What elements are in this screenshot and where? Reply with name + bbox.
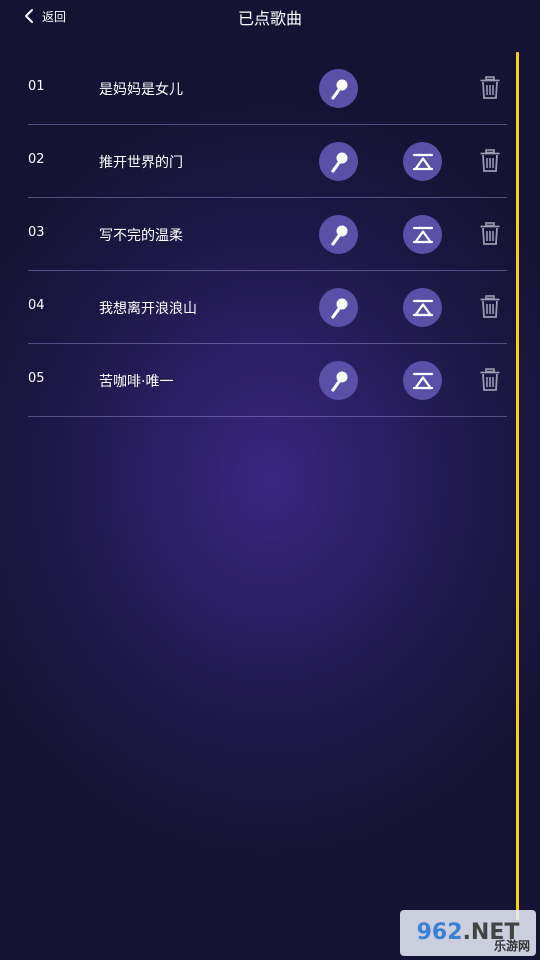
song-row: 03 写不完的温柔 (28, 198, 507, 271)
song-title: 是妈妈是女儿 (99, 82, 183, 98)
song-row: 02 推开世界的门 (28, 125, 507, 198)
song-number: 05 (28, 371, 45, 386)
sing-button[interactable] (319, 69, 358, 108)
watermark-962: 962 (416, 920, 463, 945)
delete-button[interactable] (479, 149, 501, 173)
song-title: 苦咖啡·唯一 (99, 374, 174, 390)
song-row: 01 是妈妈是女儿 (28, 52, 507, 125)
delete-button[interactable] (479, 295, 501, 319)
watermark-sub: 乐游网 (493, 939, 530, 953)
trash-icon (480, 368, 500, 391)
trash-icon (480, 149, 500, 172)
song-number: 02 (28, 152, 45, 167)
microphone-icon (330, 298, 347, 319)
song-number: 04 (28, 298, 45, 313)
song-title: 我想离开浪浪山 (99, 301, 197, 317)
microphone-icon (330, 79, 347, 100)
microphone-icon (330, 371, 347, 392)
song-number: 01 (28, 79, 45, 94)
delete-button[interactable] (479, 222, 501, 246)
sing-button[interactable] (319, 142, 358, 181)
move-to-top-icon (412, 153, 433, 170)
song-row: 05 苦咖啡·唯一 (28, 344, 507, 417)
trash-icon (480, 76, 500, 99)
trash-icon (480, 222, 500, 245)
move-to-top-button[interactable] (403, 361, 442, 400)
move-to-top-button[interactable] (403, 142, 442, 181)
watermark-logo: 962.NET 乐游网 (400, 910, 536, 956)
song-row: 04 我想离开浪浪山 (28, 271, 507, 344)
move-to-top-button[interactable] (403, 215, 442, 254)
delete-button[interactable] (479, 368, 501, 392)
sing-button[interactable] (319, 288, 358, 327)
microphone-icon (330, 225, 347, 246)
song-title: 写不完的温柔 (99, 228, 183, 244)
song-list: 01 是妈妈是女儿 02 推开世界的门 03 写不完的温柔 04 我想离开浪浪山… (28, 52, 507, 417)
scrollbar[interactable] (516, 52, 519, 920)
sing-button[interactable] (319, 215, 358, 254)
move-to-top-icon (412, 299, 433, 316)
song-title: 推开世界的门 (99, 155, 183, 171)
song-number: 03 (28, 225, 45, 240)
trash-icon (480, 295, 500, 318)
move-to-top-icon (412, 226, 433, 243)
delete-button[interactable] (479, 76, 501, 100)
move-to-top-button[interactable] (403, 288, 442, 327)
microphone-icon (330, 152, 347, 173)
header-bar: 返回 已点歌曲 (0, 0, 540, 32)
page-title: 已点歌曲 (237, 9, 302, 28)
move-to-top-icon (412, 372, 433, 389)
sing-button[interactable] (319, 361, 358, 400)
